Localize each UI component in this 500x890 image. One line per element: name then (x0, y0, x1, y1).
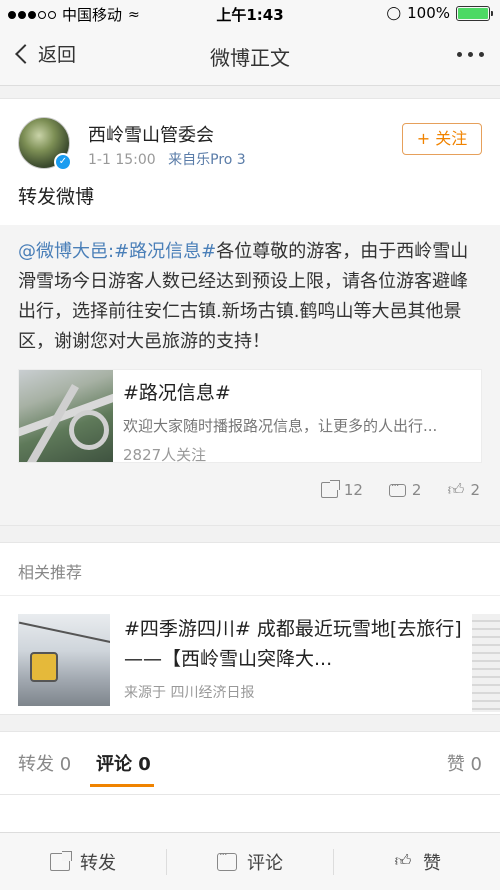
verified-icon: ✓ (54, 153, 72, 171)
thumbs-up-icon: 👍︎ (394, 850, 412, 870)
repost-icon (50, 850, 72, 871)
battery-icon (456, 5, 493, 21)
comment-label: 评论 (247, 852, 283, 874)
related-source: 来源于 四川经济日报 (124, 685, 255, 701)
comment-icon (388, 479, 406, 497)
post-source[interactable]: 来自乐Pro 3 (168, 152, 246, 168)
related-item[interactable]: #四季游四川# 成都最近玩雪地[去旅行]——【西岭雪山突降大... 来源于 四川… (0, 596, 500, 714)
next-item-peek[interactable] (472, 614, 500, 712)
post-text: 转发微博 (18, 186, 95, 208)
follow-button[interactable]: + 关注 (402, 123, 482, 155)
comment-icon (217, 848, 237, 871)
post-card: ✓ 西岭雪山管委会 1-1 15:00 来自乐Pro 3 + 关注 转发微博 @… (0, 98, 500, 526)
post-header: ✓ 西岭雪山管委会 1-1 15:00 来自乐Pro 3 + 关注 (18, 99, 482, 174)
interaction-tabs: 转发 0 评论 0 赞 0 (0, 731, 500, 795)
more-icon[interactable] (457, 52, 484, 57)
post-time: 1-1 15:00 (88, 152, 156, 168)
rotation-lock-icon: ◯ (386, 5, 402, 21)
author-name[interactable]: 西岭雪山管委会 (88, 121, 214, 147)
original-post[interactable]: @微博大邑:#路况信息#各位尊敬的游客，由于西岭雪山滑雪场今日游客人数已经达到预… (0, 225, 500, 525)
topic-description: 欢迎大家随时播报路况信息，让更多的人出行... (123, 417, 438, 435)
repost-button[interactable]: 转发 (0, 849, 166, 875)
like-count-button[interactable]: 👍︎ 2 (447, 481, 480, 499)
related-info: #四季游四川# 成都最近玩雪地[去旅行]——【西岭雪山突降大... 来源于 四川… (124, 614, 482, 701)
related-section: 相关推荐 #四季游四川# 成都最近玩雪地[去旅行]——【西岭雪山突降大... 来… (0, 542, 500, 715)
hashtag-link[interactable]: #路况信息# (114, 241, 216, 262)
bottom-toolbar: 转发 评论 👍︎ 赞 (0, 832, 500, 890)
status-bar: 中国移动 ≈ 上午1:43 ◯ 100% (0, 0, 500, 28)
battery-percent: 100% (407, 4, 450, 22)
thumbs-up-icon: 👍︎ (447, 480, 465, 499)
topic-title: #路况信息# (123, 382, 231, 404)
related-header: 相关推荐 (0, 543, 500, 596)
battery-fill (458, 7, 488, 19)
like-label: 赞 (423, 852, 441, 874)
related-title: #四季游四川# 成都最近玩雪地[去旅行]——【西岭雪山突降大... (124, 618, 462, 670)
comment-count: 2 (411, 481, 422, 499)
topic-thumbnail (19, 370, 113, 462)
related-thumbnail (18, 614, 110, 706)
tab-comment[interactable]: 评论 0 (96, 750, 151, 776)
comment-count-button[interactable]: 2 (388, 479, 422, 499)
tab-repost[interactable]: 转发 0 (18, 750, 71, 776)
like-count: 2 (470, 481, 480, 499)
page-title: 微博正文 (210, 46, 290, 70)
topic-followers: 2827人关注 (123, 446, 207, 462)
repost-count: 12 (343, 481, 363, 499)
repost-icon (320, 480, 340, 498)
status-right: ◯ 100% (386, 4, 493, 22)
comment-button[interactable]: 评论 (167, 848, 333, 875)
topic-info: #路况信息# 欢迎大家随时播报路况信息，让更多的人出行... 2827人关注 (113, 370, 481, 462)
like-button[interactable]: 👍︎ 赞 (334, 849, 500, 875)
post-meta: 1-1 15:00 来自乐Pro 3 (88, 149, 246, 169)
active-tab-indicator (90, 784, 154, 787)
nav-bar: 返回 微博正文 (0, 28, 500, 86)
original-text: @微博大邑:#路况信息#各位尊敬的游客，由于西岭雪山滑雪场今日游客人数已经达到预… (18, 237, 482, 357)
mention-link[interactable]: @微博大邑: (18, 241, 114, 262)
repost-label: 转发 (80, 852, 116, 874)
tab-like[interactable]: 赞 0 (447, 750, 482, 776)
topic-card[interactable]: #路况信息# 欢迎大家随时播报路况信息，让更多的人出行... 2827人关注 (18, 369, 482, 463)
repost-count-button[interactable]: 12 (320, 480, 363, 499)
post-actions: 12 2 👍︎ 2 (18, 463, 482, 513)
